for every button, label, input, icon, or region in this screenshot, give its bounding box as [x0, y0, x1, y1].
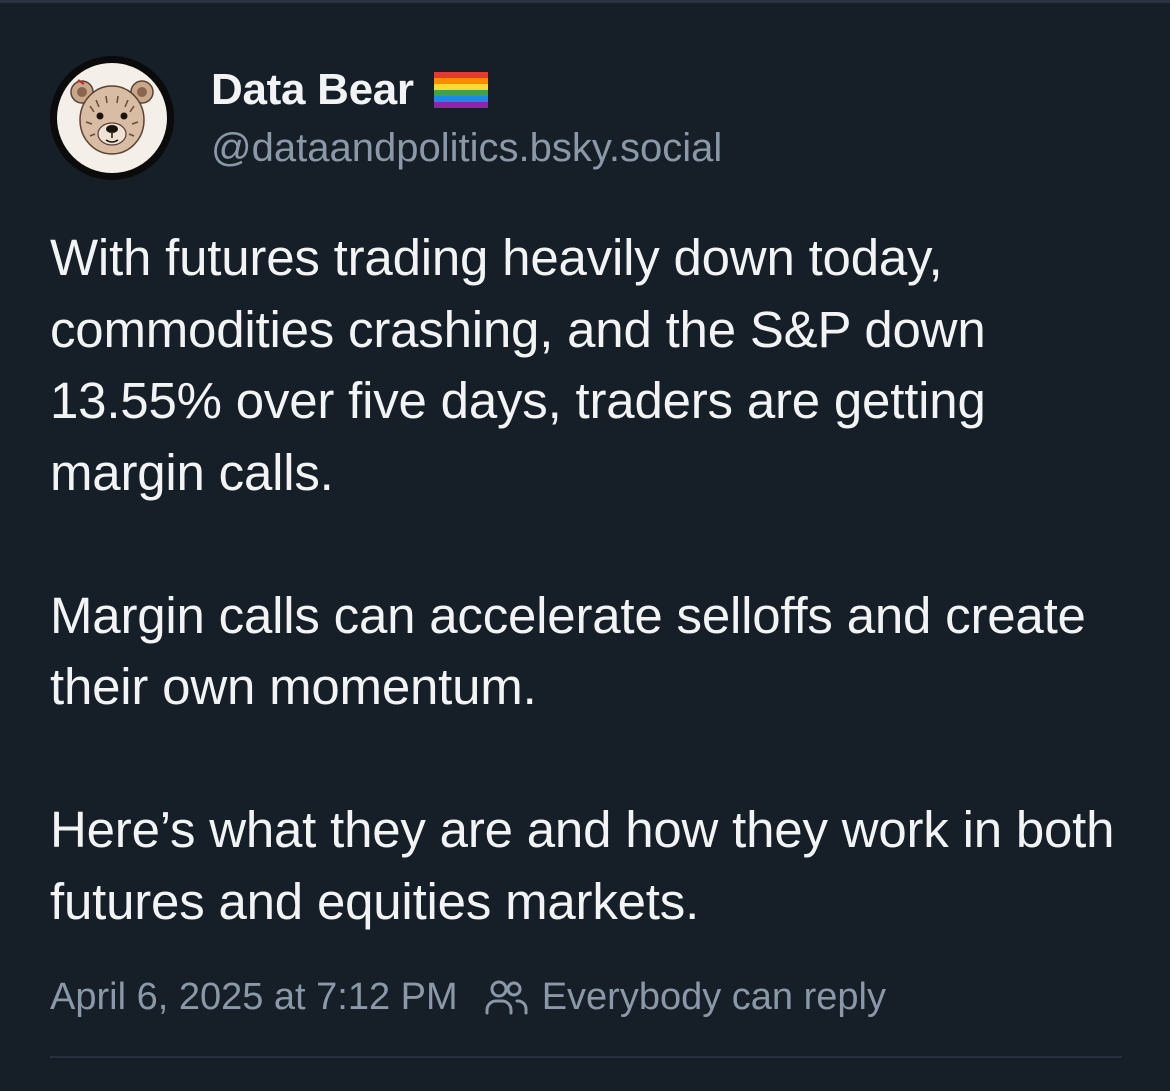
- bear-avatar-icon: [50, 56, 174, 180]
- author-handle[interactable]: @dataandpolitics.bsky.social: [211, 126, 722, 171]
- author-display-name[interactable]: Data Bear: [211, 65, 414, 115]
- reply-setting-label: Everybody can reply: [541, 975, 886, 1018]
- post-paragraph: Here’s what they are and how they work i…: [50, 801, 1115, 930]
- people-icon: [484, 977, 528, 1017]
- author-name-row: Data Bear: [211, 62, 488, 118]
- avatar[interactable]: [50, 56, 174, 180]
- bottom-divider: [50, 1056, 1122, 1058]
- post-paragraph: Margin calls can accelerate selloffs and…: [50, 586, 1086, 716]
- post-paragraph: With futures trading heavily down today,…: [50, 229, 986, 501]
- post-meta: April 6, 2025 at 7:12 PM Everybody can r…: [50, 970, 886, 1024]
- post-thread-item: Data Bear @dataandpolitics.bsky.social W…: [0, 0, 1170, 1091]
- reply-setting[interactable]: Everybody can reply: [484, 976, 886, 1019]
- rainbow-flag-icon: [433, 72, 488, 108]
- post-timestamp[interactable]: April 6, 2025 at 7:12 PM: [50, 976, 458, 1019]
- post-text: With futures trading heavily down today,…: [50, 222, 1130, 937]
